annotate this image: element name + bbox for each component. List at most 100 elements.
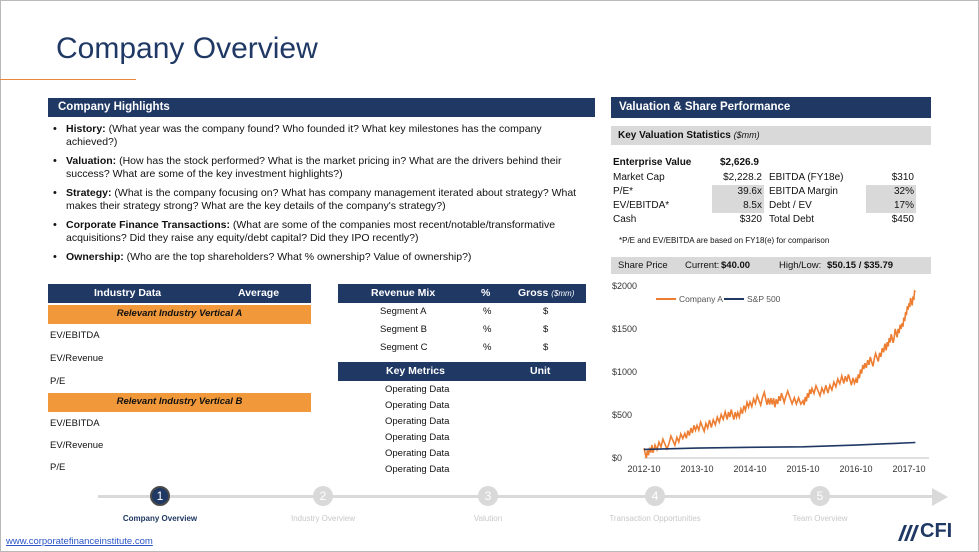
ev-value: $2,626.9 [720,157,759,168]
y-tick-label: $500 [612,410,632,420]
kvs-label: Key Valuation Statistics [618,130,731,141]
high-low-label: High/Low: [779,260,822,271]
share-price-chart: $0 $500 $1000 $1500 $2000 2012-10 2013-10 2014-… [612,281,929,474]
page-title: Company Overview [56,32,318,65]
industry-row: EV/EBITDA [50,418,100,429]
highlight-valuation: • Valuation: (How has the stock performed… [53,155,562,180]
pct-col: % [481,287,491,299]
step-3-label[interactable]: Valution [433,514,543,524]
industry-data-header: Industry Data Average [48,284,311,303]
segment-pct: % [483,306,492,317]
stat-value: $320 [739,214,762,225]
segment-name: Segment C [380,342,428,353]
highlight-label: History: [66,123,106,135]
gross-col: Gross ($mm) [518,287,574,299]
cfi-logo: CFI [898,520,952,543]
segment-name: Segment B [380,324,427,335]
title-underline [0,79,136,80]
step-4-circle[interactable]: 4 [645,486,665,506]
industry-group-b: Relevant Industry Vertical B [48,393,311,412]
step-2-label[interactable]: Industry Overview [268,514,378,524]
step-1-label[interactable]: Company Overview [105,514,215,524]
x-tick-label: 2015-10 [786,464,819,474]
revenue-mix-row: Segment A % $ [338,304,586,321]
highlight-label: Ownership: [66,251,124,263]
highlight-history: • History: (What year was the company fou… [53,123,542,148]
y-tick-label: $1000 [612,367,637,377]
footer-website-link[interactable]: www.corporatefinanceinstitute.com [6,536,153,547]
step-3-circle[interactable]: 3 [478,486,498,506]
step-2-circle[interactable]: 2 [313,486,333,506]
key-metric-row: Operating Data [338,430,586,447]
gross-col-label: Gross [518,287,549,299]
metric-name: Operating Data [385,448,450,459]
highlight-label: Valuation: [66,155,117,167]
key-metric-row: Operating Data [338,414,586,431]
segment-gross: $ [543,342,549,353]
stat-value: $310 [891,172,914,183]
stat-value: $450 [891,214,914,225]
cfi-logo-text: CFI [920,520,953,542]
revenue-mix-row: Segment C % $ [338,340,586,357]
step-1-circle[interactable]: 1 [150,486,170,506]
chart-legend: Company A S&P 500 [656,294,781,304]
valuation-footnote: *P/E and EV/EBITDA are based on FY18(e) … [619,236,830,245]
y-tick-label: $1500 [612,324,637,334]
share-price-bar: Share Price Current: $40.00 High/Low: $5… [611,257,931,274]
stat-value: 32% [866,185,916,199]
highlight-transactions: • Corporate Finance Transactions: (What a… [53,219,556,244]
segment-pct: % [483,324,492,335]
key-metric-row: Operating Data [338,382,586,399]
segment-gross: $ [543,324,549,335]
y-tick-label: $2000 [612,281,637,291]
progress-arrow [932,488,948,506]
step-5-label[interactable]: Team Overview [765,514,875,524]
y-tick-label: $0 [612,453,622,463]
step-5-circle[interactable]: 5 [810,486,830,506]
x-tick-label: 2013-10 [680,464,713,474]
metric-name: Operating Data [385,400,450,411]
x-tick-label: 2017-10 [892,464,925,474]
kvs-unit: ($mm) [733,130,760,140]
industry-row: P/E [50,462,66,473]
series-line-sp500 [643,441,916,451]
x-tick-label: 2016-10 [839,464,872,474]
share-price-label: Share Price [618,260,668,271]
step-4-label[interactable]: Transaction Opportunities [600,514,710,524]
highlight-text: (Who are the top shareholders? What % ow… [123,251,472,263]
stat-label: Total Debt [769,214,815,225]
industry-row: EV/Revenue [50,353,104,364]
highlight-strategy: • Strategy: (What is the company focusing… [53,187,577,212]
gross-col-unit: ($mm) [551,289,575,298]
stat-label: Debt / EV [769,200,812,211]
key-metric-row: Operating Data [338,446,586,463]
metric-name: Operating Data [385,384,450,395]
segment-gross: $ [543,306,549,317]
highlight-label: Corporate Finance Transactions: [66,219,230,231]
legend-label: S&P 500 [747,294,781,304]
segment-name: Segment A [380,306,427,317]
stat-value: 17% [866,199,916,213]
industry-row: EV/EBITDA [50,330,100,341]
industry-col-label: Industry Data [94,287,162,299]
key-valuation-stats-bar: Key Valuation Statistics ($mm) [611,126,931,145]
unit-col: Unit [530,365,551,377]
stat-label: Market Cap [613,172,665,183]
valuation-header: Valuation & Share Performance [611,97,931,118]
current-label: Current: [685,260,720,271]
metric-name: Operating Data [385,464,450,475]
industry-row: EV/Revenue [50,440,104,451]
legend-label: Company A [679,294,723,304]
stat-label: EBITDA Margin [769,186,838,197]
stat-label: EV/EBITDA* [613,200,670,211]
highlight-text: (What year was the company found? Who fo… [66,123,542,148]
current-value: $40.00 [721,260,751,271]
highlights-list: • History: (What year was the company fou… [50,123,595,270]
revenue-mix-header: Revenue Mix % Gross ($mm) [338,284,586,303]
metric-name: Operating Data [385,432,450,443]
revenue-mix-col: Revenue Mix [371,287,436,299]
key-metric-row: Operating Data [338,462,586,479]
average-col-label: Average [238,287,280,299]
chart-series [643,289,916,459]
highlight-text: (How has the stock performed? What is th… [66,155,562,180]
